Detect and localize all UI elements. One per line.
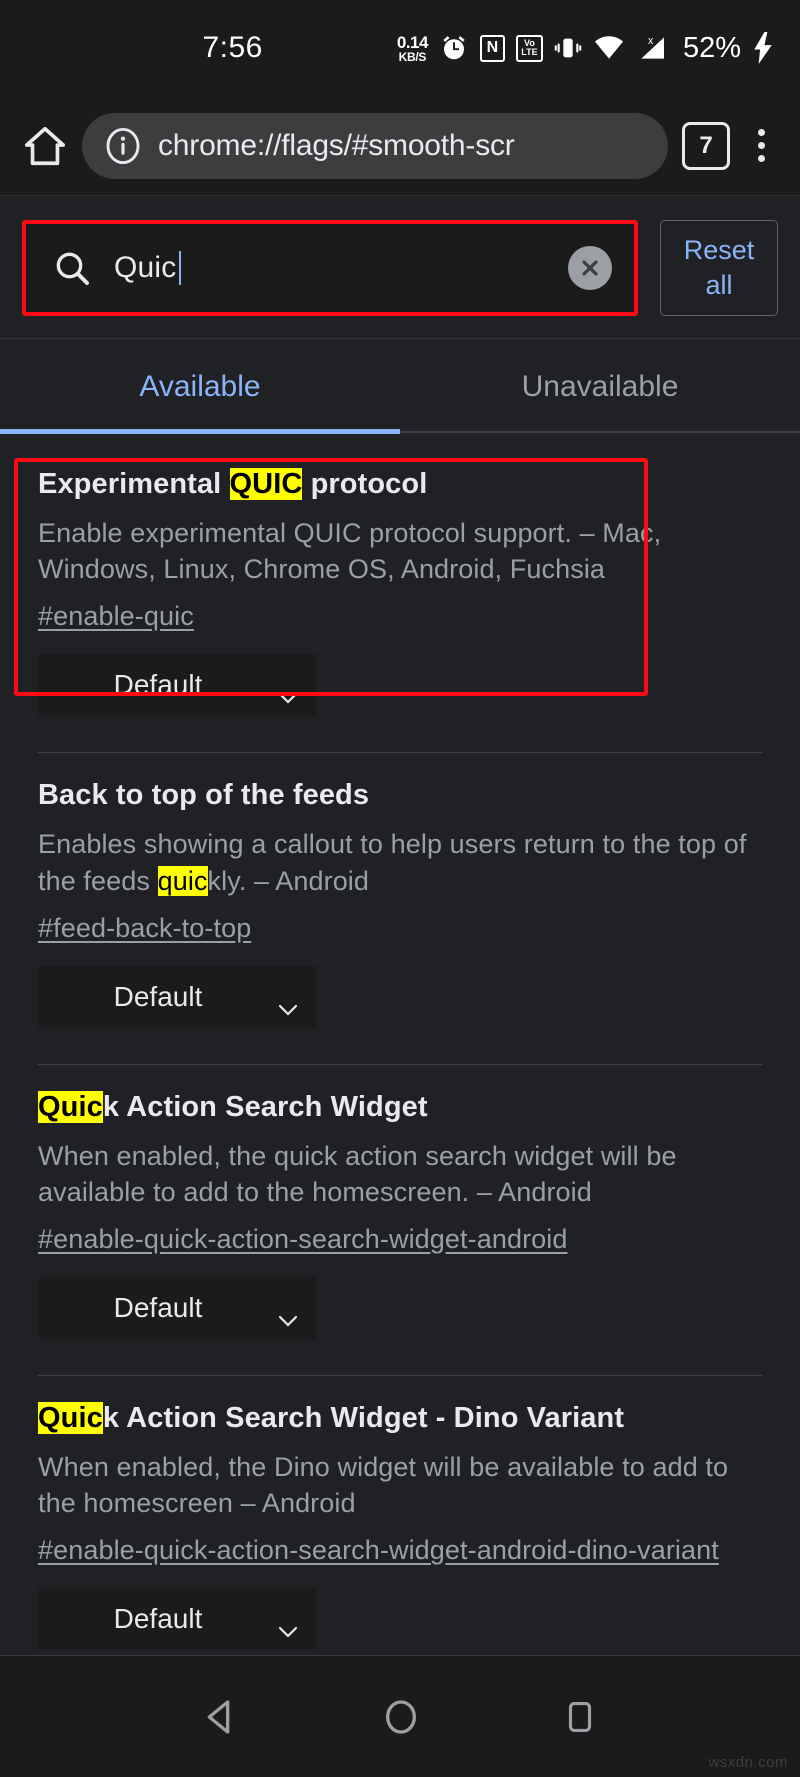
- flag-state-value: Default: [113, 980, 203, 1012]
- flags-tabs: Available Unavailable: [0, 338, 800, 434]
- flags-search-row: Quic Reset all: [0, 196, 800, 338]
- overflow-menu-icon[interactable]: [744, 129, 778, 162]
- flag-permalink[interactable]: #enable-quick-action-search-widget-andro…: [38, 1535, 719, 1566]
- search-match-highlight: QUIC: [229, 468, 303, 500]
- flag-permalink[interactable]: #feed-back-to-top: [38, 913, 251, 944]
- flag-state-value: Default: [113, 1603, 203, 1635]
- flag-description: Enables showing a callout to help users …: [38, 826, 762, 898]
- search-input[interactable]: Quic: [26, 224, 634, 312]
- tab-available[interactable]: Available: [0, 339, 400, 434]
- home-icon[interactable]: [22, 123, 68, 169]
- wifi-icon: [593, 34, 625, 62]
- data-rate-indicator: 0.14 KB/S: [396, 32, 429, 64]
- search-icon: [52, 248, 92, 288]
- flag-title: Quick Action Search Widget: [38, 1090, 762, 1124]
- tab-available-label: Available: [139, 369, 261, 403]
- flag-state-value: Default: [113, 1292, 203, 1324]
- search-match-highlight: Quic: [38, 1402, 103, 1435]
- text-caret: [178, 251, 181, 285]
- data-rate-unit: KB/S: [398, 49, 427, 64]
- flag-title-after: protocol: [302, 468, 428, 500]
- watermark: wsxdn.com: [708, 1754, 788, 1771]
- flag-state-select[interactable]: Default: [38, 1277, 316, 1340]
- flag-title: Quick Action Search Widget - Dino Varian…: [38, 1402, 762, 1435]
- flag-title: Back to top of the feeds: [38, 779, 370, 812]
- vibrate-icon: [554, 34, 582, 62]
- flags-list: Experimental QUIC protocol Enable experi…: [0, 434, 800, 1670]
- flag-description: Enable experimental QUIC protocol suppor…: [38, 518, 662, 585]
- signal-no-sim-icon: x: [636, 33, 668, 63]
- status-bar-clock: 7:56: [202, 31, 263, 64]
- search-input-text-wrap: Quic: [114, 251, 546, 285]
- flag-description: When enabled, the Dino widget will be av…: [38, 1452, 729, 1519]
- flag-state-select[interactable]: Default: [38, 654, 316, 717]
- home-circle-icon[interactable]: [381, 1697, 421, 1737]
- flag-entry-quick-action-search-widget-dino: Quick Action Search Widget - Dino Varian…: [0, 1376, 800, 1670]
- flag-state-select[interactable]: Default: [38, 1588, 316, 1651]
- status-bar-icons: 0.14 KB/S N Vo LTE x 52%: [397, 32, 774, 65]
- flag-entry-enable-quic: Experimental QUIC protocol Enable experi…: [0, 434, 800, 736]
- clear-x-icon[interactable]: [568, 246, 612, 290]
- back-triangle-icon[interactable]: [201, 1697, 241, 1737]
- address-bar[interactable]: chrome://flags/#smooth-scr: [82, 112, 668, 179]
- page-info-icon[interactable]: [104, 127, 142, 165]
- data-rate-value: 0.14: [396, 32, 429, 52]
- status-bar: 7:56 0.14 KB/S N Vo LTE x 52%: [0, 0, 800, 96]
- search-match-highlight: quic: [157, 865, 208, 896]
- tab-unavailable[interactable]: Unavailable: [400, 339, 800, 434]
- flag-description-after: kly. – Android: [207, 865, 370, 896]
- flag-state-select[interactable]: Default: [38, 965, 316, 1028]
- reset-all-button[interactable]: Reset all: [660, 220, 778, 316]
- chevron-down-icon: [278, 991, 298, 1016]
- flag-title: Experimental QUIC protocol: [38, 468, 762, 501]
- recents-square-icon[interactable]: [561, 1698, 599, 1736]
- android-navigation-bar: [0, 1655, 800, 1777]
- volte-bottom-label: LTE: [521, 47, 538, 57]
- flag-entry-feed-back-to-top: Back to top of the feeds Enables showing…: [0, 753, 800, 1047]
- battery-percent: 52%: [682, 31, 741, 64]
- volte-icon: Vo LTE: [515, 34, 543, 62]
- svg-text:x: x: [648, 35, 654, 47]
- flag-state-value: Default: [113, 669, 203, 701]
- search-annotation-box: Quic: [22, 220, 638, 316]
- browser-toolbar: chrome://flags/#smooth-scr 7: [0, 96, 800, 196]
- flag-entry-quick-action-search-widget: Quick Action Search Widget When enabled,…: [0, 1065, 800, 1359]
- flag-description-before: Enables showing a callout to help users …: [38, 829, 747, 896]
- flag-permalink[interactable]: #enable-quic: [38, 601, 194, 632]
- nfc-icon: N: [479, 34, 505, 62]
- tab-switcher-button[interactable]: 7: [682, 121, 730, 170]
- phone-screen: 7:56 0.14 KB/S N Vo LTE x 52% chrome://f…: [0, 0, 800, 1777]
- alarm-clock-icon: [439, 33, 469, 63]
- address-bar-url: chrome://flags/#smooth-scr: [158, 128, 515, 162]
- flag-title-after: k Action Search Widget: [102, 1090, 428, 1123]
- tab-unavailable-label: Unavailable: [521, 369, 679, 403]
- flag-title-before: Experimental: [38, 468, 230, 500]
- search-input-value: Quic: [114, 251, 177, 284]
- flag-title-after: k Action Search Widget - Dino Variant: [102, 1402, 625, 1435]
- search-match-highlight: Quic: [38, 1090, 103, 1123]
- chevron-down-icon: [278, 1613, 298, 1638]
- tab-count-label: 7: [699, 131, 713, 159]
- chevron-down-icon: [278, 679, 298, 704]
- chevron-down-icon: [278, 1302, 298, 1327]
- flag-permalink[interactable]: #enable-quick-action-search-widget-andro…: [38, 1224, 568, 1255]
- charging-bolt-icon: [752, 32, 774, 64]
- flag-description: When enabled, the quick action search wi…: [38, 1140, 677, 1207]
